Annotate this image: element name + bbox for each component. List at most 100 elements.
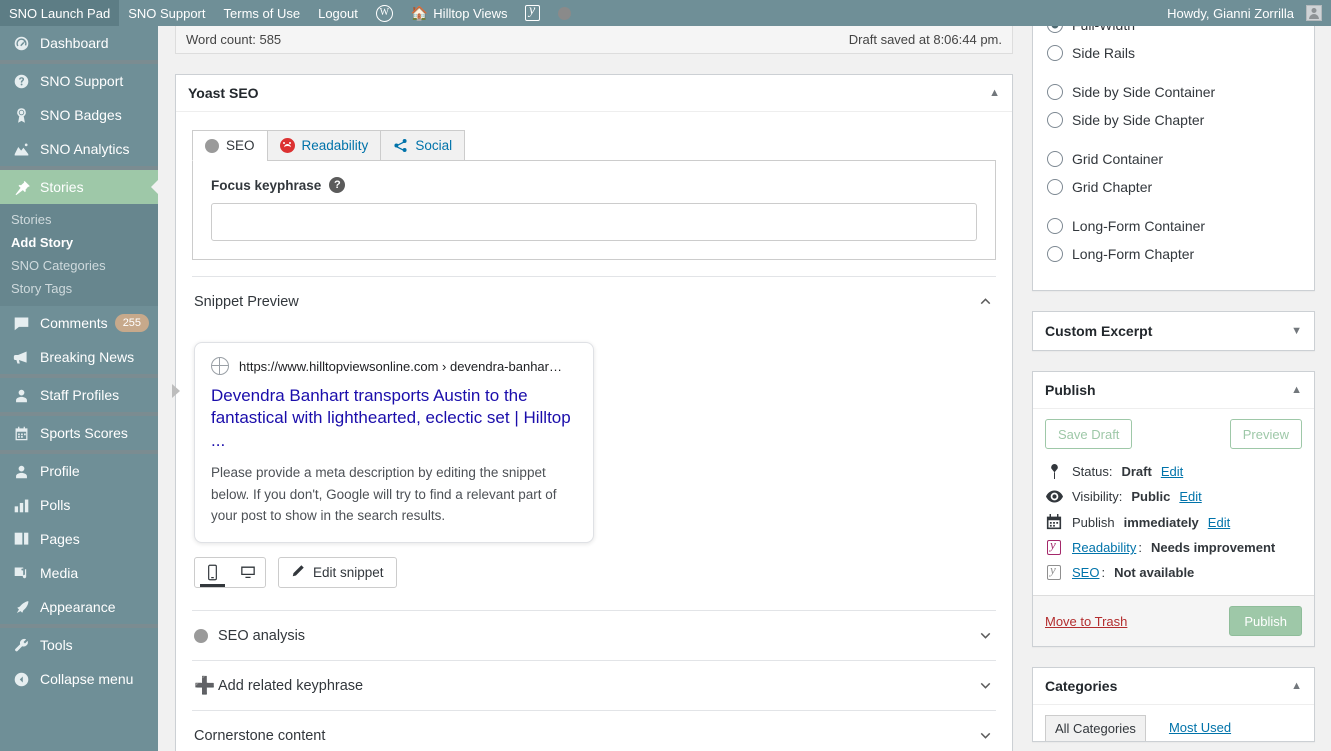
chevron-up-icon[interactable]: ▲ [1291,680,1302,692]
help-icon[interactable]: ? [329,177,346,193]
sidebar-item-label: Sports Scores [40,425,128,441]
layout-option-side-by-side-chapter[interactable]: Side by Side Chapter [1047,110,1300,130]
schedule-label: Publish [1072,514,1115,530]
visibility-row: Visibility: Public Edit [1045,484,1302,509]
tab-most-used[interactable]: Most Used [1160,715,1240,741]
yoast-seo-header[interactable]: Yoast SEO ▲ [176,75,1012,112]
sidebar-item-label: Stories [40,179,84,195]
adminbar-item-my-account[interactable]: Howdy, Gianni Zorrilla [1158,0,1331,26]
wordpress-logo-icon [375,4,393,22]
radio-icon[interactable] [1047,218,1063,234]
layout-option-grid-container[interactable]: Grid Container [1047,149,1300,169]
submenu-item-stories[interactable]: Stories [0,208,158,231]
sidebar-item-sno-badges[interactable]: SNO Badges [0,98,158,132]
tab-all-categories[interactable]: All Categories [1045,715,1146,741]
adminbar-item-sno-launch-pad[interactable]: SNO Launch Pad [0,0,120,26]
tab-social[interactable]: Social [380,130,466,161]
sidebar-item-sno-support[interactable]: SNO Support [0,64,158,98]
layout-option-full-width[interactable]: Full-Width [1047,26,1300,35]
layout-option-side-rails[interactable]: Side Rails [1047,43,1300,63]
chevron-down-icon[interactable] [977,727,994,744]
sidebar-item-profile[interactable]: Profile [0,454,158,488]
radio-icon[interactable] [1047,84,1063,100]
calendar-icon [1045,514,1063,530]
seo-analysis-left: SEO analysis [194,628,305,644]
layout-group-1: Full-Width Side Rails [1047,26,1300,63]
sidebar-item-collapse-menu[interactable]: Collapse menu [0,662,158,696]
submenu-item-story-tags[interactable]: Story Tags [0,277,158,300]
google-snippet-card[interactable]: https://www.hilltopviewsonline.com › dev… [194,342,594,544]
layout-option-grid-chapter[interactable]: Grid Chapter [1047,177,1300,197]
chevron-down-icon[interactable]: ▼ [1291,325,1302,337]
move-to-trash-link[interactable]: Move to Trash [1045,614,1127,629]
media-icon [11,563,31,583]
sidebar-item-label: Collapse menu [40,671,134,687]
mobile-icon[interactable] [195,558,230,588]
publish-header[interactable]: Publish ▲ [1033,372,1314,409]
yoast-seo-metabox: Yoast SEO ▲ SEO Readability Social Focus… [172,74,1013,751]
radio-icon[interactable] [1047,246,1063,262]
publish-button[interactable]: Publish [1229,606,1302,636]
seo-analysis-header[interactable]: SEO analysis [192,611,996,660]
save-draft-button[interactable]: Save Draft [1045,419,1133,449]
snippet-title[interactable]: Devendra Banhart transports Austin to th… [211,385,577,452]
sidebar-item-breaking-news[interactable]: Breaking News [0,340,158,374]
readability-link[interactable]: Readability [1072,540,1136,555]
schedule-edit-link[interactable]: Edit [1208,515,1230,530]
seo-link[interactable]: SEO [1072,565,1099,580]
red-sad-face-icon [279,138,295,153]
adminbar-item-notification[interactable] [549,0,580,26]
chevron-up-icon[interactable] [977,293,994,310]
sidebar-item-media[interactable]: Media [0,556,158,590]
chevron-up-icon[interactable]: ▲ [989,87,1000,99]
custom-excerpt-metabox[interactable]: Custom Excerpt ▼ [1032,311,1315,351]
sidebar-item-appearance[interactable]: Appearance [0,590,158,624]
adminbar-item-terms-of-use[interactable]: Terms of Use [215,0,310,26]
radio-icon[interactable] [1047,151,1063,167]
chevron-down-icon[interactable] [977,627,994,644]
submenu-item-add-story[interactable]: Add Story [0,231,158,254]
pin-icon [11,177,31,197]
adminbar-item-wordpress[interactable] [367,0,402,26]
radio-icon[interactable] [1047,45,1063,61]
sidebar-item-label: SNO Badges [40,107,122,123]
cornerstone-content-header[interactable]: Cornerstone content [192,711,996,751]
adminbar-item-yoast[interactable] [516,0,549,26]
sidebar-item-polls[interactable]: Polls [0,488,158,522]
tab-readability[interactable]: Readability [266,130,382,161]
chevron-up-icon[interactable]: ▲ [1291,384,1302,396]
sidebar-item-dashboard[interactable]: Dashboard [0,26,158,60]
adminbar-item-logout[interactable]: Logout [309,0,367,26]
layout-option-long-form-chapter[interactable]: Long-Form Chapter [1047,244,1300,264]
sidebar-item-stories[interactable]: Stories [0,170,158,204]
sidebar-item-tools[interactable]: Tools [0,628,158,662]
paintbrush-icon [11,597,31,617]
sidebar-item-sno-analytics[interactable]: SNO Analytics [0,132,158,166]
focus-keyphrase-input[interactable] [211,203,977,241]
adminbar-item-sno-support[interactable]: SNO Support [119,0,214,26]
sidebar-item-comments[interactable]: Comments 255 [0,306,158,340]
sidebar-item-sports-scores[interactable]: Sports Scores [0,416,158,450]
snippet-preview-header[interactable]: Snippet Preview [192,277,996,326]
radio-icon[interactable] [1047,112,1063,128]
publish-footer: Move to Trash Publish [1033,595,1314,646]
radio-icon-checked[interactable] [1047,26,1063,33]
categories-header[interactable]: Categories ▲ [1033,668,1314,705]
sidebar-item-pages[interactable]: Pages [0,522,158,556]
sidebar-item-staff-profiles[interactable]: Staff Profiles [0,378,158,412]
visibility-edit-link[interactable]: Edit [1179,489,1201,504]
adminbar-item-site-name[interactable]: 🏠 Hilltop Views [402,0,517,26]
tab-seo[interactable]: SEO [192,130,268,161]
submenu-item-sno-categories[interactable]: SNO Categories [0,254,158,277]
chevron-down-icon[interactable] [977,677,994,694]
layout-option-long-form-container[interactable]: Long-Form Container [1047,216,1300,236]
desktop-icon[interactable] [230,558,265,587]
adminbar-label: Logout [318,5,358,21]
categories-title: Categories [1045,678,1118,694]
radio-icon[interactable] [1047,179,1063,195]
status-edit-link[interactable]: Edit [1161,464,1183,479]
edit-snippet-button[interactable]: Edit snippet [278,557,397,589]
preview-button[interactable]: Preview [1229,419,1302,449]
layout-option-side-by-side-container[interactable]: Side by Side Container [1047,82,1300,102]
add-related-keyphrase-header[interactable]: ➕ Add related keyphrase [192,661,996,710]
